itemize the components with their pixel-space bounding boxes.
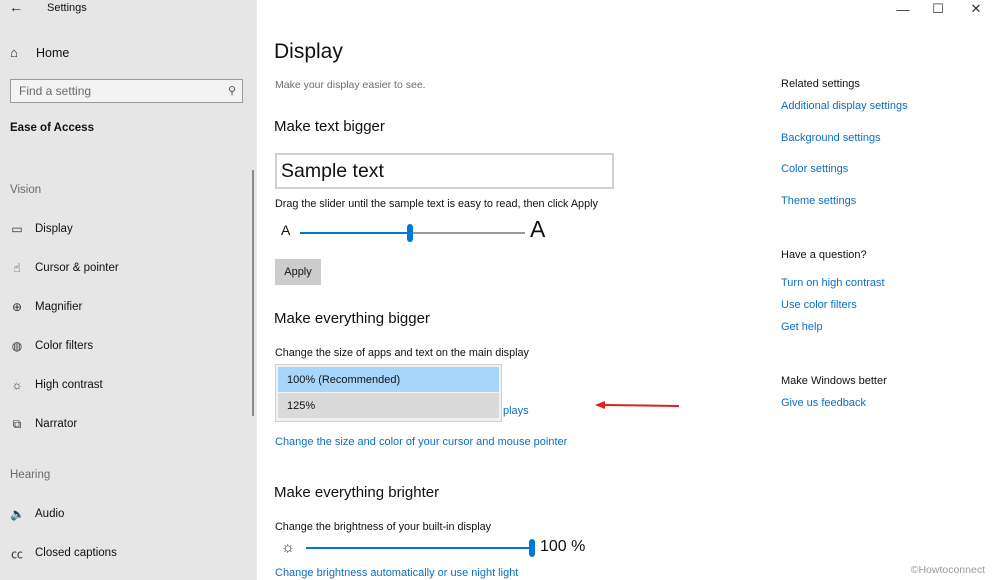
sidebar-item-magnifier[interactable]: ⊕ Magnifier (10, 298, 82, 316)
sidebar-item-high-contrast[interactable]: ☼ High contrast (10, 376, 103, 394)
brightness-value: 100 % (540, 538, 586, 555)
link-use-color-filters[interactable]: Use color filters (781, 299, 857, 311)
sidebar-item-label: Audio (35, 508, 65, 520)
text-size-slider-fill (300, 232, 411, 234)
heading-make-text-bigger: Make text bigger (274, 118, 385, 135)
link-background-settings[interactable]: Background settings (781, 132, 881, 144)
sidebar-item-display[interactable]: ▭ Display (10, 220, 73, 238)
text-size-instructions: Drag the slider until the sample text is… (275, 198, 598, 210)
text-size-slider-thumb[interactable] (407, 224, 414, 242)
sidebar-item-narrator[interactable]: ⧉ Narrator (10, 415, 77, 433)
text-size-slider[interactable] (300, 224, 525, 242)
sidebar-item-label: Home (36, 45, 70, 60)
sidebar-item-label: Cursor & pointer (35, 262, 119, 274)
sidebar-item-label: Closed captions (35, 547, 117, 559)
search-input[interactable] (19, 84, 209, 98)
sidebar-item-home[interactable]: ⌂ Home (10, 45, 69, 60)
night-light-link[interactable]: Change brightness automatically or use n… (275, 567, 518, 579)
magnifier-icon: ⊕ (11, 300, 23, 314)
brightness-slider[interactable] (306, 539, 535, 557)
sidebar-item-label: Color filters (35, 340, 94, 352)
sidebar-item-audio[interactable]: 🔈 Audio (10, 505, 64, 523)
group-label-vision: Vision (10, 184, 42, 196)
speaker-icon: 🔈 (10, 507, 25, 521)
sidebar-item-label: Narrator (35, 418, 78, 430)
title-bar: ← Settings (0, 0, 257, 18)
sidebar-scrollbar[interactable] (252, 170, 254, 416)
narrator-icon: ⧉ (12, 416, 22, 431)
sidebar-item-label: Magnifier (35, 301, 83, 313)
have-a-question-heading: Have a question? (781, 249, 867, 261)
page-title: Display (274, 40, 343, 63)
back-arrow-icon[interactable]: ← (9, 0, 23, 15)
make-windows-better-heading: Make Windows better (781, 375, 887, 387)
link-turn-on-high-contrast[interactable]: Turn on high contrast (781, 277, 885, 289)
scale-option-100[interactable]: 100% (Recommended) (278, 367, 499, 392)
scale-option-125[interactable]: 125% (278, 393, 499, 418)
app-title: Settings (47, 2, 87, 14)
big-a-label: A (530, 216, 546, 242)
pointer-hand-icon: ☝ (13, 261, 21, 275)
link-color-settings[interactable]: Color settings (781, 163, 848, 175)
sidebar-item-label: Display (35, 223, 73, 235)
brightness-slider-thumb[interactable] (529, 539, 535, 557)
sun-icon: ☼ (11, 378, 23, 392)
annotation-arrow-icon (595, 401, 680, 409)
brightness-slider-fill (306, 547, 532, 549)
cursor-size-link[interactable]: Change the size and color of your cursor… (275, 436, 567, 448)
sidebar-item-label: High contrast (35, 379, 103, 391)
partial-link-displays[interactable]: plays (503, 405, 529, 417)
monitor-icon: ▭ (11, 222, 23, 236)
scale-description: Change the size of apps and text on the … (275, 347, 529, 359)
scale-dropdown-list[interactable]: 100% (Recommended) 125% (275, 364, 502, 422)
heading-make-everything-brighter: Make everything brighter (274, 484, 440, 501)
home-icon: ⌂ (10, 45, 18, 60)
search-box[interactable]: ⚲ (10, 79, 243, 103)
sidebar-item-closed-captions[interactable]: ㏄ Closed captions (10, 544, 117, 562)
closed-captions-icon: ㏄ (10, 546, 23, 561)
related-settings-heading: Related settings (781, 78, 860, 90)
link-get-help[interactable]: Get help (781, 321, 823, 333)
brightness-description: Change the brightness of your built-in d… (275, 521, 492, 533)
palette-icon: ◍ (11, 339, 23, 353)
sample-text-preview: Sample text (275, 153, 614, 189)
brightness-sun-icon: ☼ (281, 539, 295, 556)
link-theme-settings[interactable]: Theme settings (781, 195, 856, 207)
group-label-hearing: Hearing (10, 469, 51, 481)
small-a-label: A (281, 222, 291, 238)
section-heading: Ease of Access (10, 122, 94, 134)
main-content: Display Make your display easier to see.… (257, 0, 993, 580)
link-additional-display-settings[interactable]: Additional display settings (781, 100, 908, 112)
watermark: ©Howtoconnect (910, 564, 985, 576)
page-subtitle: Make your display easier to see. (275, 79, 426, 91)
search-icon[interactable]: ⚲ (228, 84, 236, 97)
heading-make-everything-bigger: Make everything bigger (274, 310, 430, 327)
sidebar-item-cursor-pointer[interactable]: ☝ Cursor & pointer (10, 259, 119, 277)
sidebar: ← Settings ⌂ Home ⚲ Ease of Access Visio… (0, 0, 257, 580)
apply-button[interactable]: Apply (275, 259, 321, 285)
sidebar-item-color-filters[interactable]: ◍ Color filters (10, 337, 93, 355)
link-give-feedback[interactable]: Give us feedback (781, 397, 866, 409)
